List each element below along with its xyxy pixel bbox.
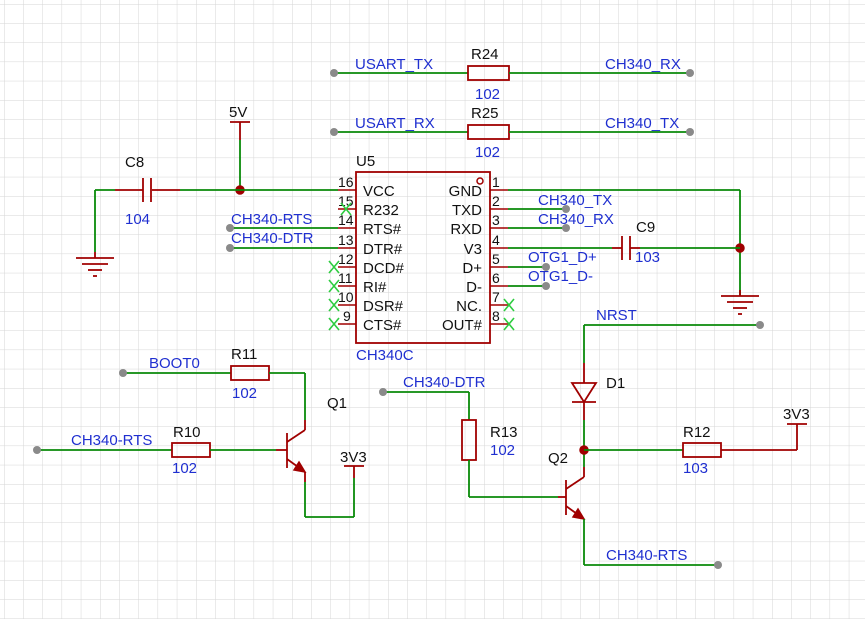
net-port-rts-q1[interactable] [33,446,41,454]
ic-pin-name-r232: R232 [363,202,399,219]
net-label-nrst: NRST [596,307,637,324]
q2-ref: Q2 [548,450,568,467]
ic-pin-num-4: 4 [492,232,500,248]
ic-pin-num-1: 1 [492,174,500,190]
grid-background [0,0,865,619]
r13-ref: R13 [490,424,518,441]
schematic-canvas[interactable]: USART_TX CH340_RX R24 102 USART_RX CH340… [0,0,865,619]
ic-pin-num-11: 11 [338,270,353,286]
r25-ref: R25 [471,105,499,122]
ic-ref: U5 [356,153,375,170]
ic-pin-name-dplus: D+ [462,260,482,277]
ic-pin-num-6: 6 [492,270,500,286]
ic-pin-num-5: 5 [492,251,500,267]
net-label-ch340-rx-pin: CH340_RX [538,211,614,228]
power-3v3-r12-label: 3V3 [783,406,810,423]
ic-pin-num-12: 12 [338,251,354,267]
ic-pin-name-v3: V3 [464,241,482,258]
ic-pin-num-3: 3 [492,212,500,228]
c8-value: 104 [125,211,150,228]
ic-pin-name-rxd: RXD [450,221,482,238]
net-label-usart-rx: USART_RX [355,115,435,132]
net-port-boot0[interactable] [119,369,127,377]
r11-value: 102 [232,385,257,402]
net-label-dtr-r13: CH340-DTR [403,374,486,391]
ic-pin-name-dminus: D- [466,279,482,296]
net-port-usart-tx[interactable] [330,69,338,77]
net-port-usart-rx[interactable] [330,128,338,136]
net-label-boot0: BOOT0 [149,355,200,372]
c9-ref: C9 [636,219,655,236]
d1-ref: D1 [606,375,625,392]
net-port-nrst[interactable] [756,321,764,329]
ic-pin-name-ri: RI# [363,279,387,296]
ic-pin-num-7: 7 [492,289,500,305]
ic-pin-num-2: 2 [492,193,500,209]
ic-pin-num-10: 10 [338,289,354,305]
r10-ref: R10 [173,424,201,441]
net-label-usart-tx: USART_TX [355,56,433,73]
c9-value: 103 [635,249,660,266]
power-3v3-q1-label: 3V3 [340,449,367,466]
ic-pin-num-8: 8 [492,308,500,324]
r13-value: 102 [490,442,515,459]
net-port-dtr-r13[interactable] [379,388,387,396]
ic-pin-name-nc: NC. [456,298,482,315]
ic-pin-name-dtr: DTR# [363,241,403,258]
ic-pin-name-rts: RTS# [363,221,402,238]
ic-pin-name-dcd: DCD# [363,260,404,277]
ic-pin-name-cts: CTS# [363,317,402,334]
ic-pin-name-out: OUT# [442,317,483,334]
ic-pin-num-9: 9 [343,308,351,324]
net-label-ch340-rx-top: CH340_RX [605,56,681,73]
r24-ref: R24 [471,46,499,63]
ic-pin-name-dsr: DSR# [363,298,404,315]
r12-ref: R12 [683,424,711,441]
net-port-ch340-rx-top[interactable] [686,69,694,77]
c8-ref: C8 [125,154,144,171]
net-label-ch340-tx-pin: CH340_TX [538,192,612,209]
r25-value: 102 [475,144,500,161]
ic-pin-num-13: 13 [338,232,354,248]
ic-part-name: CH340C [356,347,414,364]
ic-pin-name-txd: TXD [452,202,482,219]
ic-pin-name-vcc: VCC [363,183,395,200]
ic-pin-num-16: 16 [338,174,354,190]
net-label-dtr-pin: CH340-DTR [231,230,314,247]
net-port-rts-q2[interactable] [714,561,722,569]
r12-value: 103 [683,460,708,477]
r10-value: 102 [172,460,197,477]
ic-pin-num-15: 15 [338,193,354,209]
net-label-rts-pin: CH340-RTS [231,211,312,228]
power-5v-label: 5V [229,104,247,121]
net-label-otg-dp: OTG1_D+ [528,249,597,266]
net-port-ch340-tx-top[interactable] [686,128,694,136]
net-label-rts-q2: CH340-RTS [606,547,687,564]
net-label-rts-q1: CH340-RTS [71,432,152,449]
net-label-otg-dm: OTG1_D- [528,268,593,285]
r11-ref: R11 [231,346,257,363]
q1-ref: Q1 [327,395,347,412]
ic-pin-name-gnd: GND [449,183,483,200]
net-label-ch340-tx-top: CH340_TX [605,115,679,132]
r24-value: 102 [475,86,500,103]
